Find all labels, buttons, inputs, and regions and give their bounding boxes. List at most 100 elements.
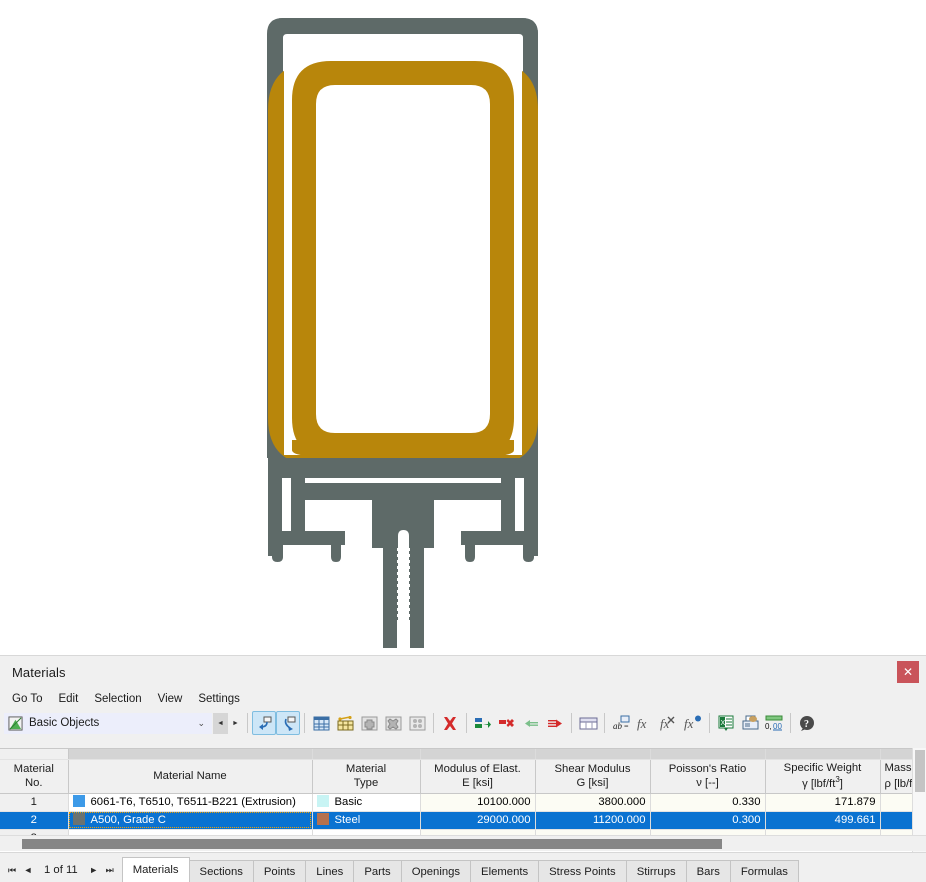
cell-modulus-of-elasticity[interactable]: 10100.000 bbox=[420, 793, 536, 812]
formula-fx-delete-icon[interactable]: fx bbox=[657, 711, 681, 735]
header-line-1: Modulus of Elast. bbox=[434, 762, 521, 775]
delete-row-icon[interactable] bbox=[381, 711, 405, 735]
cell-material-no: 1 bbox=[0, 793, 69, 812]
table-row[interactable]: 1 6061-T6, T6510, T6511-B221 (Extrusion)… bbox=[0, 793, 926, 812]
svg-text:fx: fx bbox=[660, 716, 670, 731]
previous-object-button[interactable]: ◄ bbox=[213, 712, 228, 734]
cell-shear-modulus[interactable]: 11200.000 bbox=[535, 811, 651, 830]
cell-material-name[interactable]: A500, Grade C bbox=[68, 811, 313, 830]
cell-text: A500, Grade C bbox=[90, 813, 166, 826]
cell-text: 6061-T6, T6510, T6511-B221 (Extrusion) bbox=[90, 795, 296, 808]
printer-icon[interactable] bbox=[738, 711, 762, 735]
column-group-bar bbox=[0, 749, 926, 760]
cell-poissons-ratio[interactable]: 0.330 bbox=[650, 793, 766, 812]
cell-specific-weight[interactable]: 499.661 bbox=[765, 811, 881, 830]
header-line-2: E [ksi] bbox=[462, 777, 493, 789]
tab-lines[interactable]: Lines bbox=[305, 860, 355, 882]
table-row[interactable]: 2 A500, Grade C Steel 29000.000 11200.00… bbox=[0, 811, 926, 830]
table-yellow-edit-icon[interactable] bbox=[333, 711, 357, 735]
formula-fx-icon[interactable]: fx bbox=[633, 711, 657, 735]
column-header-material-type[interactable]: Material Type bbox=[312, 759, 421, 794]
toolbar-separator bbox=[304, 713, 305, 733]
cell-material-type[interactable]: Basic bbox=[312, 793, 421, 812]
table-blue-icon[interactable] bbox=[309, 711, 333, 735]
svg-text:fx: fx bbox=[637, 716, 647, 731]
material-color-swatch bbox=[72, 794, 85, 807]
go-to-previous-object-icon[interactable] bbox=[252, 711, 276, 735]
export-excel-icon[interactable]: X bbox=[714, 711, 738, 735]
menu-item-settings[interactable]: Settings bbox=[198, 691, 248, 707]
cell-shear-modulus[interactable]: 3800.000 bbox=[535, 793, 651, 812]
move-left-green-icon[interactable] bbox=[519, 711, 543, 735]
cell-specific-weight[interactable]: 171.879 bbox=[765, 793, 881, 812]
menu-item-edit[interactable]: Edit bbox=[58, 691, 86, 707]
svg-text:0,: 0, bbox=[765, 722, 772, 731]
tab-openings[interactable]: Openings bbox=[400, 860, 472, 882]
column-header-shear-modulus[interactable]: Shear Modulus G [ksi] bbox=[535, 759, 651, 794]
import-green-icon[interactable] bbox=[471, 711, 495, 735]
tab-sections[interactable]: Sections bbox=[188, 860, 254, 882]
menu-item-view[interactable]: View bbox=[158, 691, 191, 707]
profile-drawing-area bbox=[0, 0, 926, 655]
column-header-modulus-of-elasticity[interactable]: Modulus of Elast. E [ksi] bbox=[420, 759, 536, 794]
toolbar-separator bbox=[604, 713, 605, 733]
tab-elements[interactable]: Elements bbox=[470, 860, 540, 882]
menu-bar: Go To Edit Selection View Settings bbox=[0, 689, 926, 709]
cell-text: Basic bbox=[334, 795, 363, 808]
header-line-2: Material Name bbox=[153, 769, 227, 782]
column-header-material-name[interactable]: Material Name bbox=[68, 759, 313, 794]
delete-red-x-icon[interactable] bbox=[438, 711, 462, 735]
profile-cross-section-svg bbox=[0, 0, 926, 655]
tab-bar: ⏮ ◄ 1 of 11 ► ⏭ Materials Sections Point… bbox=[0, 852, 926, 882]
go-to-next-object-icon[interactable] bbox=[276, 711, 300, 735]
cell-poissons-ratio[interactable]: 0.300 bbox=[650, 811, 766, 830]
cell-material-type[interactable]: Steel bbox=[312, 811, 421, 830]
object-type-combo[interactable]: Basic Objects ⌄ bbox=[4, 712, 212, 734]
menu-item-go-to[interactable]: Go To bbox=[12, 691, 50, 707]
cell-material-name[interactable]: 6061-T6, T6510, T6511-B221 (Extrusion) bbox=[68, 793, 313, 812]
cell-modulus-of-elasticity[interactable]: 29000.000 bbox=[420, 811, 536, 830]
tab-formulas[interactable]: Formulas bbox=[729, 860, 799, 882]
decimal-places-icon[interactable]: 0, 00 bbox=[762, 711, 786, 735]
toolbar: Basic Objects ⌄ ◄ ► ab = fx fx fx X 0, 0… bbox=[0, 709, 926, 737]
previous-page-button[interactable]: ◄ bbox=[20, 860, 36, 880]
group-bar-segment bbox=[68, 749, 313, 760]
column-header-poissons-ratio[interactable]: Poisson's Ratio ν [--] bbox=[650, 759, 766, 794]
rename-ab-icon[interactable]: ab = bbox=[609, 711, 633, 735]
column-header-material-no[interactable]: Material No. bbox=[0, 759, 69, 794]
basic-objects-icon bbox=[8, 715, 23, 731]
column-header-specific-weight[interactable]: Specific Weight γ [lbf/ft3] bbox=[765, 759, 881, 794]
formula-fx-settings-icon[interactable]: fx bbox=[681, 711, 705, 735]
select-rows-icon[interactable] bbox=[405, 711, 429, 735]
close-icon[interactable]: ✕ bbox=[897, 661, 919, 683]
next-object-button[interactable]: ► bbox=[228, 712, 243, 734]
first-page-button[interactable]: ⏮ bbox=[4, 860, 20, 880]
tab-bars[interactable]: Bars bbox=[685, 860, 731, 882]
vertical-scrollbar-thumb[interactable] bbox=[915, 750, 925, 792]
toolbar-separator bbox=[466, 713, 467, 733]
move-right-red-icon[interactable] bbox=[543, 711, 567, 735]
horizontal-scrollbar[interactable] bbox=[0, 835, 926, 851]
table-grid-icon[interactable] bbox=[576, 711, 600, 735]
group-bar-segment bbox=[650, 749, 766, 760]
chevron-down-icon[interactable]: ⌄ bbox=[197, 718, 205, 729]
svg-text:X: X bbox=[721, 720, 726, 727]
insert-row-icon[interactable] bbox=[357, 711, 381, 735]
menu-item-selection[interactable]: Selection bbox=[94, 691, 149, 707]
svg-text:?: ? bbox=[804, 719, 809, 730]
object-type-value: Basic Objects bbox=[29, 717, 100, 729]
tab-stress-points[interactable]: Stress Points bbox=[538, 860, 627, 882]
tab-stirrups[interactable]: Stirrups bbox=[625, 860, 687, 882]
next-page-button[interactable]: ► bbox=[86, 860, 102, 880]
tab-points[interactable]: Points bbox=[252, 860, 307, 882]
header-line-2: No. bbox=[24, 777, 43, 789]
horizontal-scrollbar-thumb[interactable] bbox=[22, 839, 722, 849]
remove-red-icon[interactable] bbox=[495, 711, 519, 735]
tab-parts[interactable]: Parts bbox=[353, 860, 402, 882]
tab-materials[interactable]: Materials bbox=[121, 857, 190, 882]
svg-text:ab: ab bbox=[613, 721, 623, 731]
last-page-button[interactable]: ⏭ bbox=[102, 860, 118, 880]
group-bar-segment bbox=[535, 749, 651, 760]
group-bar-segment bbox=[312, 749, 421, 760]
help-icon[interactable]: ? bbox=[795, 711, 819, 735]
